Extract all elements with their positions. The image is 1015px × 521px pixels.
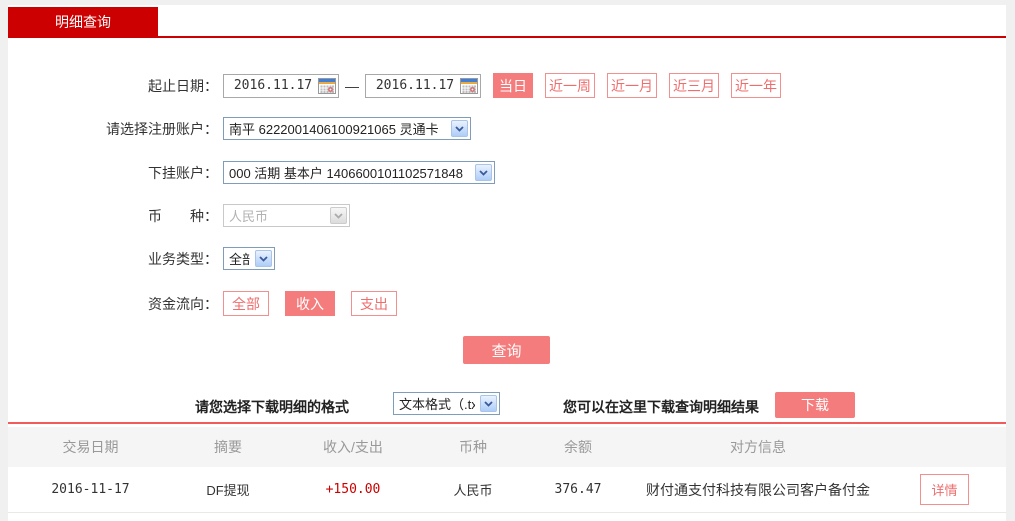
header-summary: 摘要 [214, 439, 242, 455]
register-account-row: 请选择注册账户： 南平 6222001406100921065 灵通卡 [8, 117, 1006, 140]
start-date-input[interactable]: 2016.11.17 [223, 73, 339, 98]
quick-range-3month-button[interactable]: 近三月 [669, 73, 719, 98]
download-format-value: 文本格式（.txt） [399, 397, 475, 412]
register-account-select[interactable]: 南平 6222001406100921065 灵通卡 [223, 117, 471, 140]
fund-flow-income-button[interactable]: 收入 [285, 291, 335, 316]
cell-balance: 376.47 [554, 482, 602, 497]
header-trade-date: 交易日期 [62, 439, 119, 455]
download-format-select[interactable]: 文本格式（.txt） [393, 392, 500, 415]
content-panel: 明细查询 起止日期： 2016.11.17 — 2016.11.17 当日 近一… [8, 5, 1006, 521]
table-top-line [8, 422, 1006, 424]
download-hint-label: 您可以在这里下载查询明细结果 [563, 399, 759, 415]
chevron-down-icon [480, 395, 497, 412]
query-button[interactable]: 查询 [463, 336, 550, 364]
header-currency: 币种 [459, 439, 487, 455]
cell-currency: 人民币 [453, 483, 493, 498]
download-format-label: 请您选择下载明细的格式 [195, 399, 349, 415]
business-type-label: 业务类型： [148, 250, 218, 267]
header-counterparty: 对方信息 [730, 439, 786, 455]
currency-row: 币 种： 人民币 [8, 204, 1006, 227]
quick-range-month-button[interactable]: 近一月 [607, 73, 657, 98]
register-account-label: 请选择注册账户： [106, 120, 218, 137]
fund-flow-label: 资金流向： [148, 295, 218, 312]
header-balance: 余额 [564, 439, 592, 455]
calendar-icon[interactable] [318, 77, 336, 94]
calendar-icon[interactable] [460, 77, 478, 94]
chevron-down-icon [451, 120, 468, 137]
end-date-input[interactable]: 2016.11.17 [365, 73, 481, 98]
start-date-value: 2016.11.17 [233, 78, 313, 93]
quick-range-today-button[interactable]: 当日 [493, 73, 533, 98]
fund-flow-row: 资金流向： 全部 收入 支出 [8, 291, 1006, 316]
date-range-label: 起止日期： [148, 77, 218, 94]
cell-action: 详情 [883, 474, 1006, 505]
business-type-row: 业务类型： 全部 [8, 247, 1006, 270]
register-account-value: 南平 6222001406100921065 灵通卡 [229, 122, 439, 137]
chevron-down-icon [330, 207, 347, 224]
tab-detail-query[interactable]: 明细查询 [8, 7, 158, 36]
date-range-separator: — [345, 77, 359, 94]
currency-select: 人民币 [223, 204, 350, 227]
fund-flow-expense-button[interactable]: 支出 [351, 291, 397, 316]
sub-account-label: 下挂账户： [148, 164, 218, 181]
chevron-down-icon [475, 164, 492, 181]
cell-counterparty: 财付通支付科技有限公司客户备付金 [646, 481, 870, 498]
header-income-expense: 收入/支出 [323, 439, 383, 455]
tab-underline [8, 36, 1006, 38]
tab-label: 明细查询 [55, 13, 111, 30]
currency-label: 币 种： [148, 207, 218, 224]
table-row: 2016-11-17 DF提现 +150.00 人民币 376.47 财付通支付… [8, 467, 1006, 513]
end-date-value: 2016.11.17 [375, 78, 455, 93]
fund-flow-all-button[interactable]: 全部 [223, 291, 269, 316]
business-type-select[interactable]: 全部 [223, 247, 275, 270]
sub-account-select[interactable]: 000 活期 基本户 1406600101102571848 [223, 161, 495, 184]
download-button[interactable]: 下载 [775, 392, 855, 418]
detail-button[interactable]: 详情 [920, 474, 969, 505]
detail-query-screen: 明细查询 起止日期： 2016.11.17 — 2016.11.17 当日 近一… [0, 0, 1015, 521]
table-header-row: 交易日期 摘要 收入/支出 币种 余额 对方信息 [8, 427, 1006, 467]
sub-account-row: 下挂账户： 000 活期 基本户 1406600101102571848 [8, 161, 1006, 184]
business-type-value: 全部 [229, 252, 250, 267]
date-range-row: 起止日期： 2016.11.17 — 2016.11.17 当日 近一周 近一月… [8, 73, 1006, 98]
quick-range-week-button[interactable]: 近一周 [545, 73, 595, 98]
cell-summary: DF提现 [206, 483, 250, 498]
chevron-down-icon [255, 250, 272, 267]
currency-value: 人民币 [229, 209, 269, 224]
cell-amount: +150.00 [325, 482, 381, 497]
sub-account-value: 000 活期 基本户 1406600101102571848 [229, 166, 463, 181]
cell-trade-date: 2016-11-17 [51, 482, 130, 497]
results-table: 交易日期 摘要 收入/支出 币种 余额 对方信息 2016-11-17 DF提现… [8, 422, 1006, 513]
quick-range-year-button[interactable]: 近一年 [731, 73, 781, 98]
